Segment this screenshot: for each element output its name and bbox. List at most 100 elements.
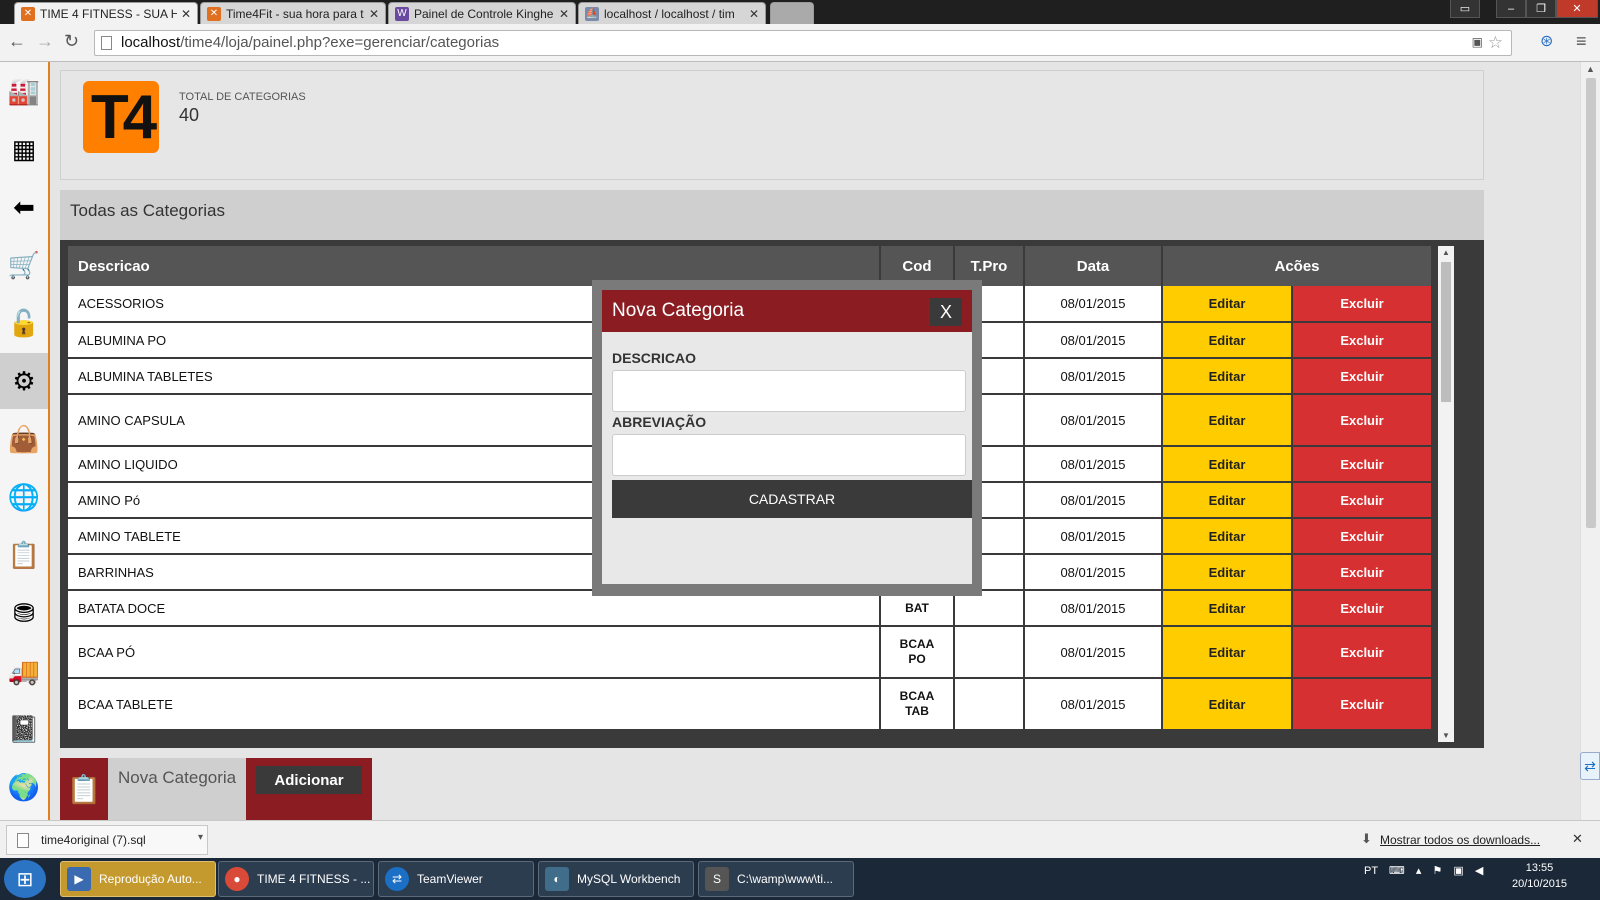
taskbar-label: TeamViewer <box>417 872 483 886</box>
bookmark-star-icon[interactable]: ☆ <box>1488 33 1503 53</box>
table-scroll-thumb[interactable] <box>1441 262 1451 402</box>
menu-icon[interactable]: ≡ <box>1576 31 1587 52</box>
windows-start-icon[interactable]: ⊞ <box>4 860 46 898</box>
grid-icon[interactable]: ▦ <box>0 121 48 177</box>
add-button-container: Adicionar <box>246 758 372 820</box>
modal-header: Nova Categoria X <box>602 290 972 332</box>
scroll-up-icon[interactable]: ▲ <box>1442 248 1450 257</box>
edit-button[interactable]: Editar <box>1162 626 1293 679</box>
delete-button[interactable]: Excluir <box>1292 358 1432 395</box>
browser-tab-3[interactable]: W Painel de Controle Kinghe ✕ <box>388 2 576 24</box>
language-indicator[interactable]: PT <box>1364 865 1378 877</box>
delete-button[interactable]: Excluir <box>1292 394 1432 447</box>
back-arrow-icon[interactable]: ⬅ <box>0 179 48 235</box>
network-icon[interactable]: ▣ <box>1453 865 1463 877</box>
teamviewer-side-icon[interactable]: ⇄ <box>1580 752 1600 780</box>
close-downloads-icon[interactable]: ✕ <box>1572 831 1583 847</box>
taskbar-item-mysql-workbench[interactable]: ◐ MySQL Workbench <box>538 861 694 897</box>
delete-button[interactable]: Excluir <box>1292 322 1432 359</box>
cell-cod: BCAA TAB <box>880 678 955 731</box>
taskbar-clock[interactable]: 13:55 20/10/2015 <box>1512 860 1567 892</box>
edit-button[interactable]: Editar <box>1162 518 1293 555</box>
close-window-icon[interactable]: ✕ <box>1556 0 1598 18</box>
autoplay-icon: ▶ <box>67 867 91 891</box>
notebook-icon[interactable]: 📓 <box>0 701 48 757</box>
delete-button[interactable]: Excluir <box>1292 626 1432 679</box>
cell-data: 08/01/2015 <box>1024 678 1163 731</box>
close-tab-icon[interactable]: ✕ <box>559 7 569 21</box>
url-field[interactable]: localhost/time4/loja/painel.php?exe=gere… <box>94 30 1512 56</box>
gear-icon[interactable]: ⚙ <box>0 353 48 409</box>
globe-icon[interactable]: 🌐 <box>0 469 48 525</box>
factory-icon[interactable]: 🏭 <box>0 63 48 119</box>
browser-tab-2[interactable]: ✕ Time4Fit - sua hora para t ✕ <box>200 2 386 24</box>
delete-button[interactable]: Excluir <box>1292 286 1432 323</box>
taskbar-item-chrome[interactable]: ● TIME 4 FITNESS - ... <box>218 861 374 897</box>
edit-button[interactable]: Editar <box>1162 554 1293 591</box>
col-header-data[interactable]: Data <box>1024 246 1163 286</box>
delete-button[interactable]: Excluir <box>1292 678 1432 731</box>
edit-button[interactable]: Editar <box>1162 286 1293 323</box>
taskbar-item-autoplay[interactable]: ▶ Reprodução Auto... <box>60 861 216 897</box>
show-all-downloads-link[interactable]: Mostrar todos os downloads... <box>1380 833 1540 847</box>
teamviewer-icon: ⇄ <box>385 867 409 891</box>
edit-button[interactable]: Editar <box>1162 394 1293 447</box>
shopping-bag-icon[interactable]: 👜 <box>0 411 48 467</box>
taskbar-item-sublime[interactable]: S C:\wamp\www\ti... <box>698 861 854 897</box>
add-category-button[interactable]: Adicionar <box>256 766 362 794</box>
scroll-down-icon[interactable]: ▼ <box>1442 731 1450 740</box>
edit-button[interactable]: Editar <box>1162 678 1293 731</box>
downloads-bar: time4original (7).sql ▾ ⬇ Mostrar todos … <box>0 820 1600 858</box>
edit-button[interactable]: Editar <box>1162 446 1293 483</box>
table-row: BCAA TABLETE BCAA TAB 08/01/2015 Editar Exclu… <box>68 678 1432 731</box>
taskbar-item-teamviewer[interactable]: ⇄ TeamViewer <box>378 861 534 897</box>
close-tab-icon[interactable]: ✕ <box>749 7 759 21</box>
truck-icon[interactable]: 🚚 <box>0 643 48 699</box>
modal-close-button[interactable]: X <box>930 298 962 326</box>
browser-tab-bar: ✕ TIME 4 FITNESS - SUA HO ✕ ✕ Time4Fit -… <box>0 0 1600 24</box>
unlock-icon[interactable]: 🔓 <box>0 295 48 351</box>
clipboard-icon[interactable]: 📋 <box>0 527 48 583</box>
extension-icon[interactable]: ⊛ <box>1540 31 1553 51</box>
minimize-window-icon[interactable]: ▭ <box>1450 0 1480 18</box>
time4-favicon-icon: ✕ <box>207 6 221 21</box>
translate-icon[interactable]: ▣ <box>1472 35 1483 49</box>
close-tab-icon[interactable]: ✕ <box>369 7 379 21</box>
delete-button[interactable]: Excluir <box>1292 590 1432 627</box>
download-item[interactable]: time4original (7).sql ▾ <box>6 825 208 855</box>
browser-tab-4[interactable]: ⛵ localhost / localhost / tim ✕ <box>578 2 766 24</box>
earth-icon[interactable]: 🌍 <box>0 759 48 815</box>
new-category-modal: Nova Categoria X DESCRICAO ABREVIAÇÃO CA… <box>592 280 982 596</box>
delete-button[interactable]: Excluir <box>1292 446 1432 483</box>
action-center-flag-icon[interactable]: ⚑ <box>1432 865 1442 877</box>
download-menu-icon[interactable]: ▾ <box>198 832 203 843</box>
new-tab-button[interactable] <box>770 2 814 24</box>
restore-icon[interactable]: ❐ <box>1526 0 1556 18</box>
forward-icon[interactable]: → <box>36 31 54 52</box>
keyboard-icon[interactable]: ⌨ <box>1389 865 1405 877</box>
delete-button[interactable]: Excluir <box>1292 554 1432 591</box>
volume-icon[interactable]: ◀ <box>1475 865 1483 877</box>
delete-button[interactable]: Excluir <box>1292 482 1432 519</box>
edit-button[interactable]: Editar <box>1162 358 1293 395</box>
edit-button[interactable]: Editar <box>1162 482 1293 519</box>
cart-icon[interactable]: 🛒 <box>0 237 48 293</box>
tray-expand-icon[interactable]: ▴ <box>1416 865 1422 877</box>
coins-icon[interactable]: ⛃ <box>0 585 48 641</box>
descricao-input[interactable] <box>612 370 966 412</box>
browser-tab-1[interactable]: ✕ TIME 4 FITNESS - SUA HO ✕ <box>14 2 198 24</box>
back-icon[interactable]: ← <box>8 31 26 52</box>
abreviacao-input[interactable] <box>612 434 966 476</box>
descricao-label: DESCRICAO <box>612 350 697 366</box>
table-scrollbar[interactable]: ▲ ▼ <box>1438 246 1454 742</box>
edit-button[interactable]: Editar <box>1162 322 1293 359</box>
edit-button[interactable]: Editar <box>1162 590 1293 627</box>
page-scrollbar[interactable]: ▲ <box>1580 62 1600 820</box>
close-tab-icon[interactable]: ✕ <box>181 7 191 21</box>
reload-icon[interactable]: ↻ <box>64 31 79 52</box>
page-scroll-thumb[interactable] <box>1586 78 1596 528</box>
scroll-up-icon[interactable]: ▲ <box>1586 64 1595 74</box>
delete-button[interactable]: Excluir <box>1292 518 1432 555</box>
cadastrar-button[interactable]: CADASTRAR <box>612 480 972 518</box>
minimize-icon[interactable]: – <box>1496 0 1526 18</box>
